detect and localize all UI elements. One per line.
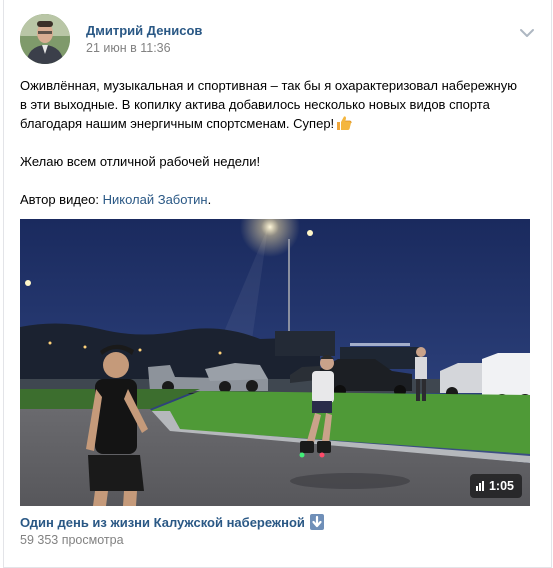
video-player-thumbnail[interactable]: 1:05	[20, 219, 530, 506]
chevron-down-icon[interactable]	[519, 26, 535, 38]
avatar[interactable]	[20, 14, 70, 64]
video-views: 59 353 просмотра	[20, 533, 124, 547]
arrow-down-icon[interactable]	[309, 514, 324, 530]
post-text-line: в эти выходные. В копилку актива добавил…	[20, 95, 535, 114]
post-text-line-content: в эти выходные. В копилку актива добавил…	[20, 97, 490, 112]
post-header: Дмитрий Денисов 21 июн в 11:36	[20, 14, 535, 66]
post-text-line: благодаря нашим энергичным спортсменам. …	[20, 114, 535, 133]
video-duration: 1:05	[488, 479, 514, 493]
thumbs-up-emoji-icon	[336, 115, 352, 131]
video-preview-image	[20, 219, 530, 506]
video-bars-icon	[475, 481, 484, 491]
post-text-line-content: благодаря нашим энергичным спортсменам. …	[20, 116, 335, 131]
post-date[interactable]: 21 июн в 11:36	[86, 41, 171, 55]
video-author-suffix: .	[207, 192, 212, 207]
video-title[interactable]: Один день из жизни Калужской набережной	[20, 515, 305, 530]
post-text-wish: Желаю всем отличной рабочей недели!	[20, 154, 261, 169]
video-title-link[interactable]: Один день из жизни Калужской набережной	[20, 514, 324, 530]
post-text: Оживлённая, музыкальная и спортивная – т…	[20, 76, 535, 209]
post-text-line: Оживлённая, музыкальная и спортивная – т…	[20, 78, 517, 93]
author-name[interactable]: Дмитрий Денисов	[86, 23, 202, 38]
video-duration-badge: 1:05	[469, 474, 522, 498]
video-author-line: Автор видео: Николай Заботин.	[20, 190, 535, 209]
wall-post: Дмитрий Денисов 21 июн в 11:36 Оживлённа…	[3, 0, 552, 568]
video-author-link[interactable]: Николай Заботин	[103, 192, 208, 207]
video-author-prefix: Автор видео:	[20, 192, 103, 207]
